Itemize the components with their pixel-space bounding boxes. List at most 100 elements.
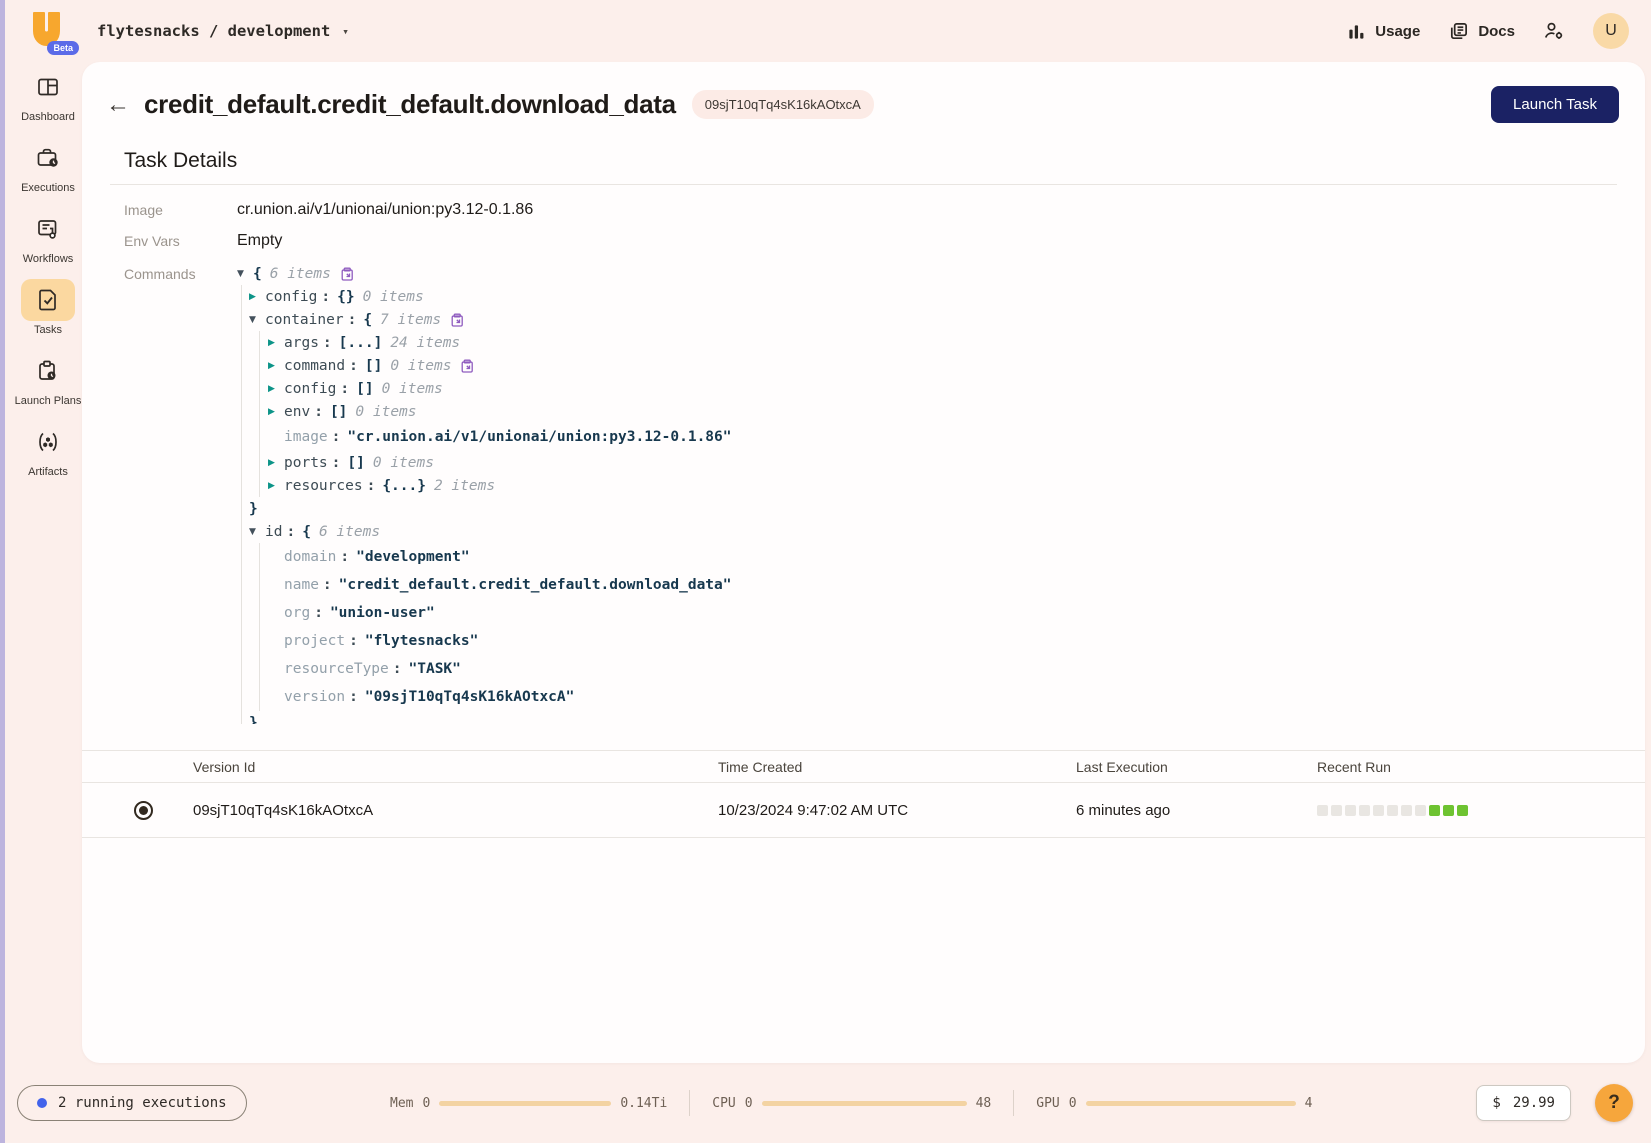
column-header-recent-run: Recent Run [1317,759,1645,775]
currency-symbol: $ [1492,1095,1500,1111]
column-header-version-id: Version Id [193,759,718,775]
expand-arrow-icon[interactable]: ▶ [268,338,284,348]
help-button[interactable]: ? [1595,1084,1633,1122]
sidebar-item-label: Launch Plans [15,395,82,408]
page-title: credit_default.credit_default.download_d… [144,89,676,120]
copy-icon[interactable] [460,359,474,373]
json-tree-row: ▶ ports: [] 0 items [268,451,732,474]
workflows-icon [35,216,61,242]
mem-bar [439,1101,611,1106]
json-tree: ▼ { 6 items ▶ config: {} 0 items ▼ conta… [237,262,732,724]
cpu-start-value: 0 [745,1096,753,1111]
version-radio-cell [82,801,193,820]
launch-task-button[interactable]: Launch Task [1491,86,1619,123]
main-panel: ← credit_default.credit_default.download… [82,62,1645,1063]
json-tree-row: ▼ container: { 7 items [249,308,732,331]
copy-icon[interactable] [340,267,354,281]
usage-chart-icon [1347,22,1366,41]
sidebar-item-label: Artifacts [28,466,68,479]
artifacts-icon [35,429,61,455]
recent-run-cell[interactable] [1317,805,1328,816]
column-header-time-created: Time Created [718,759,1076,775]
breadcrumb[interactable]: flytesnacks / development ▾ [97,22,349,40]
mem-end-value: 0.14Ti [620,1096,667,1111]
breadcrumb-label: flytesnacks / development [97,22,330,40]
json-tree-row: } [249,497,732,520]
recent-run-cell[interactable] [1401,805,1412,816]
image-label: Image [124,202,237,218]
json-tree-level-1: ▶ config: {} 0 items ▼ container: { 7 it… [241,285,732,724]
topbar-actions: Usage Docs U [1347,13,1629,49]
expand-arrow-icon[interactable]: ▶ [268,361,284,371]
collapse-arrow-icon[interactable]: ▼ [249,527,265,537]
gpu-bar [1086,1101,1296,1106]
gauge-divider [689,1090,690,1116]
avatar[interactable]: U [1593,13,1629,49]
expand-arrow-icon[interactable]: ▶ [268,384,284,394]
json-tree-row: project: "flytesnacks" [268,627,732,655]
docs-icon [1448,21,1469,42]
version-radio-selected[interactable] [134,801,153,820]
recent-run-cell[interactable] [1331,805,1342,816]
mem-gauge: Mem 0 0.14Ti [390,1096,667,1111]
sidebar-item-dashboard[interactable]: Dashboard [21,66,75,124]
collapse-arrow-icon[interactable]: ▼ [249,315,265,325]
expand-arrow-icon[interactable]: ▶ [249,292,265,302]
admin-button[interactable] [1543,20,1565,42]
sidebar-item-launch-plans[interactable]: Launch Plans [15,350,82,408]
recent-run-cell[interactable] [1345,805,1356,816]
expand-arrow-icon[interactable]: ▶ [268,458,284,468]
env-vars-label: Env Vars [124,233,237,249]
executions-icon [35,145,61,171]
chevron-down-icon: ▾ [342,25,349,38]
task-details-section: Task Details Image cr.union.ai/v1/uniona… [82,149,1645,724]
column-header-last-execution: Last Execution [1076,759,1317,775]
recent-run-cell[interactable] [1457,805,1468,816]
running-status-dot [37,1098,47,1108]
sidebar-item-executions[interactable]: Executions [21,137,75,195]
cpu-label: CPU [712,1096,735,1111]
sidebar-item-artifacts[interactable]: Artifacts [21,421,75,479]
recent-run-cell[interactable] [1429,805,1440,816]
launch-plans-icon [35,358,61,384]
sidebar-item-workflows[interactable]: Workflows [21,208,75,266]
docs-label: Docs [1478,23,1515,40]
billing-button[interactable]: $ 29.99 [1476,1085,1571,1121]
json-tree-row: ▼ id: { 6 items [249,520,732,543]
running-executions-pill[interactable]: 2 running executions [17,1085,247,1121]
back-button[interactable]: ← [106,93,130,117]
gpu-start-value: 0 [1069,1096,1077,1111]
usage-link[interactable]: Usage [1347,22,1420,41]
section-title: Task Details [124,149,1617,173]
recent-run-cell[interactable] [1387,805,1398,816]
avatar-initial: U [1605,22,1617,40]
expand-arrow-icon[interactable]: ▶ [268,481,284,491]
copy-icon[interactable] [450,313,464,327]
resource-gauges: Mem 0 0.14Ti CPU 0 48 GPU 0 4 [390,1090,1312,1116]
recent-run-cell[interactable] [1373,805,1384,816]
json-tree-row: domain: "development" [268,543,732,571]
versions-table: Version Id Time Created Last Execution R… [82,750,1645,838]
json-tree-row: ▶ config: [] 0 items [268,377,732,400]
beta-badge: Beta [47,41,79,55]
recent-run-cell[interactable] [1443,805,1454,816]
divider [110,184,1617,185]
task-header: ← credit_default.credit_default.download… [82,62,1645,123]
sidebar-item-label: Workflows [23,253,74,266]
recent-run-cell[interactable] [1359,805,1370,816]
sidebar-item-tasks[interactable]: Tasks [21,279,75,337]
topbar: Beta flytesnacks / development ▾ Usage D… [5,0,1651,62]
recent-run-cells [1317,805,1645,816]
recent-run-cell[interactable] [1415,805,1426,816]
json-tree-row: resourceType: "TASK" [268,655,732,683]
docs-link[interactable]: Docs [1448,21,1515,42]
radio-dot [139,806,148,815]
table-row[interactable]: 09sjT10qTq4sK16kAOtxcA 10/23/2024 9:47:0… [82,783,1645,838]
commands-row: Commands ▼ { 6 items ▶ config: {} 0 item… [124,262,1617,724]
json-tree-row: ▶ args: [...] 24 items [268,331,732,354]
cpu-gauge: CPU 0 48 [712,1096,991,1111]
union-logo[interactable]: Beta [29,9,71,53]
collapse-arrow-icon[interactable]: ▼ [237,269,253,279]
expand-arrow-icon[interactable]: ▶ [268,407,284,417]
tasks-icon [35,287,61,313]
